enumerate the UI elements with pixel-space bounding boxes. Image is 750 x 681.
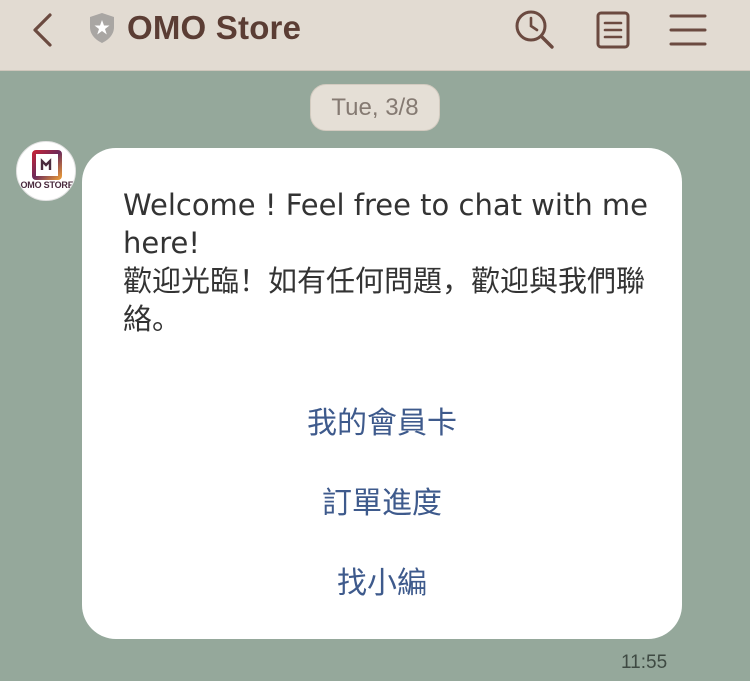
shield-star-icon bbox=[90, 13, 114, 43]
notes-icon[interactable] bbox=[594, 10, 632, 50]
avatar[interactable]: OMO STORE bbox=[16, 141, 76, 201]
message-bubble: Welcome ! Feel free to chat with me here… bbox=[82, 148, 682, 639]
chevron-left-icon[interactable] bbox=[26, 12, 62, 48]
omo-store-logo bbox=[32, 150, 62, 180]
chat-header: OMO Store bbox=[0, 0, 750, 71]
avatar-label: OMO STORE bbox=[20, 180, 74, 190]
search-icon[interactable] bbox=[512, 7, 556, 51]
order-status-button[interactable]: 訂單進度 bbox=[82, 478, 682, 522]
chat-title: OMO Store bbox=[127, 9, 302, 46]
message-timestamp: 11:55 bbox=[621, 652, 668, 673]
menu-icon[interactable] bbox=[668, 12, 708, 48]
message-text: Welcome ! Feel free to chat with me here… bbox=[123, 188, 649, 336]
member-card-button[interactable]: 我的會員卡 bbox=[82, 398, 682, 442]
contact-staff-button[interactable]: 找小編 bbox=[82, 558, 682, 602]
date-separator: Tue, 3/8 bbox=[310, 84, 440, 131]
